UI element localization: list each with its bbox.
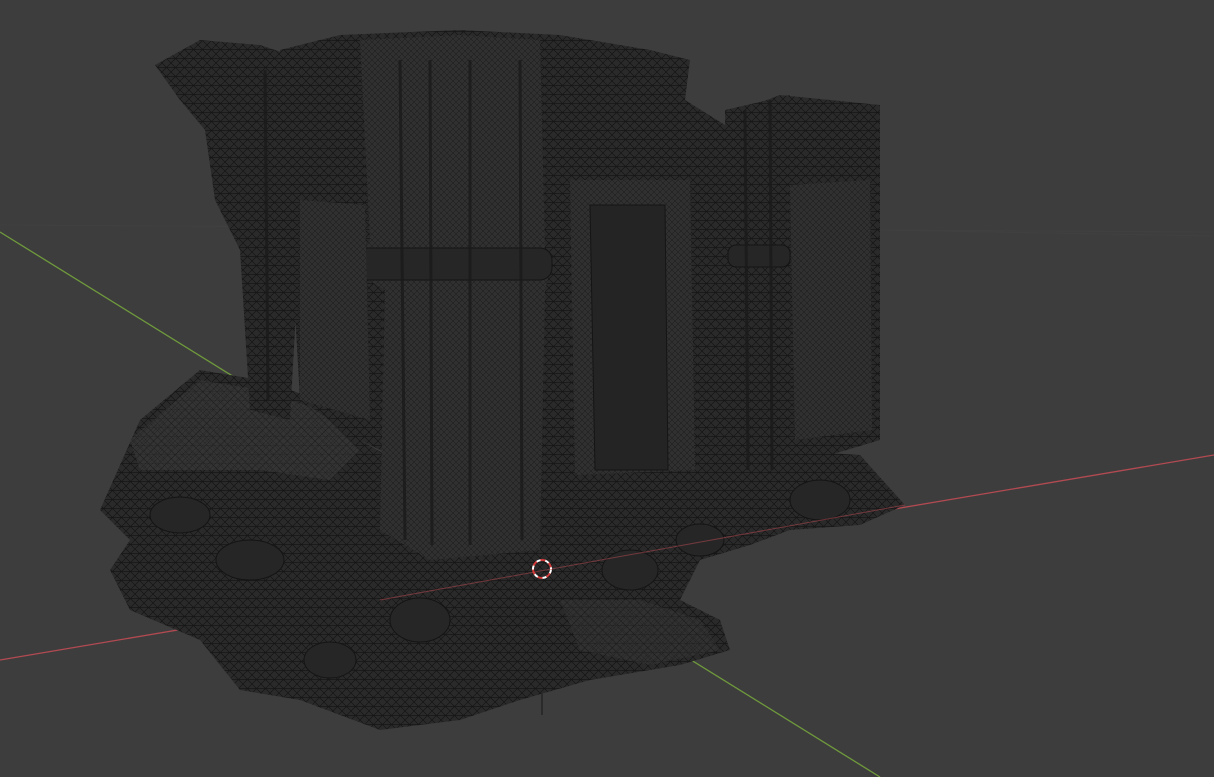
mesh-door-inner: [589, 204, 669, 471]
mesh-left-arch: [155, 40, 300, 420]
mesh-right-capital: [727, 244, 791, 268]
mesh-right-pier: [725, 95, 795, 480]
mesh-column-capital: [354, 247, 553, 281]
viewport-canvas[interactable]: [0, 0, 1214, 777]
mesh-right-window: [790, 180, 872, 440]
3d-viewport[interactable]: [0, 0, 1214, 777]
mesh-left-pilaster: [300, 200, 370, 420]
mesh-object[interactable]: [100, 30, 905, 730]
